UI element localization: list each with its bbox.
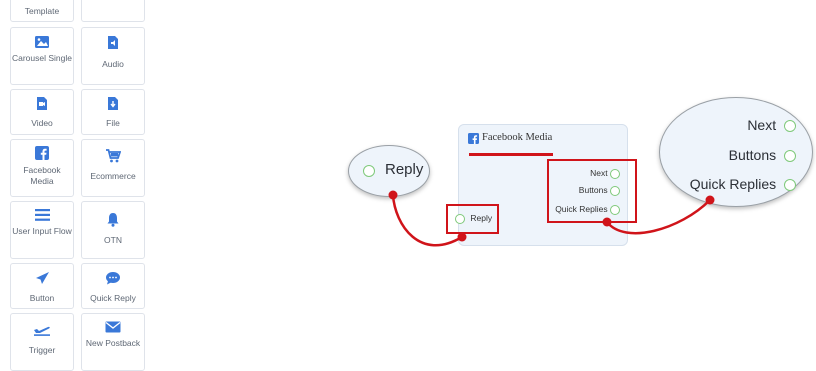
connector-dot	[388, 190, 398, 200]
connector-dot	[705, 195, 715, 205]
annotation-connectors	[388, 190, 715, 247]
outputs-to-callout-connector	[606, 199, 711, 235]
connector-dot	[457, 232, 467, 242]
connector-dot	[602, 217, 612, 227]
reply-to-input-connector	[391, 194, 463, 247]
